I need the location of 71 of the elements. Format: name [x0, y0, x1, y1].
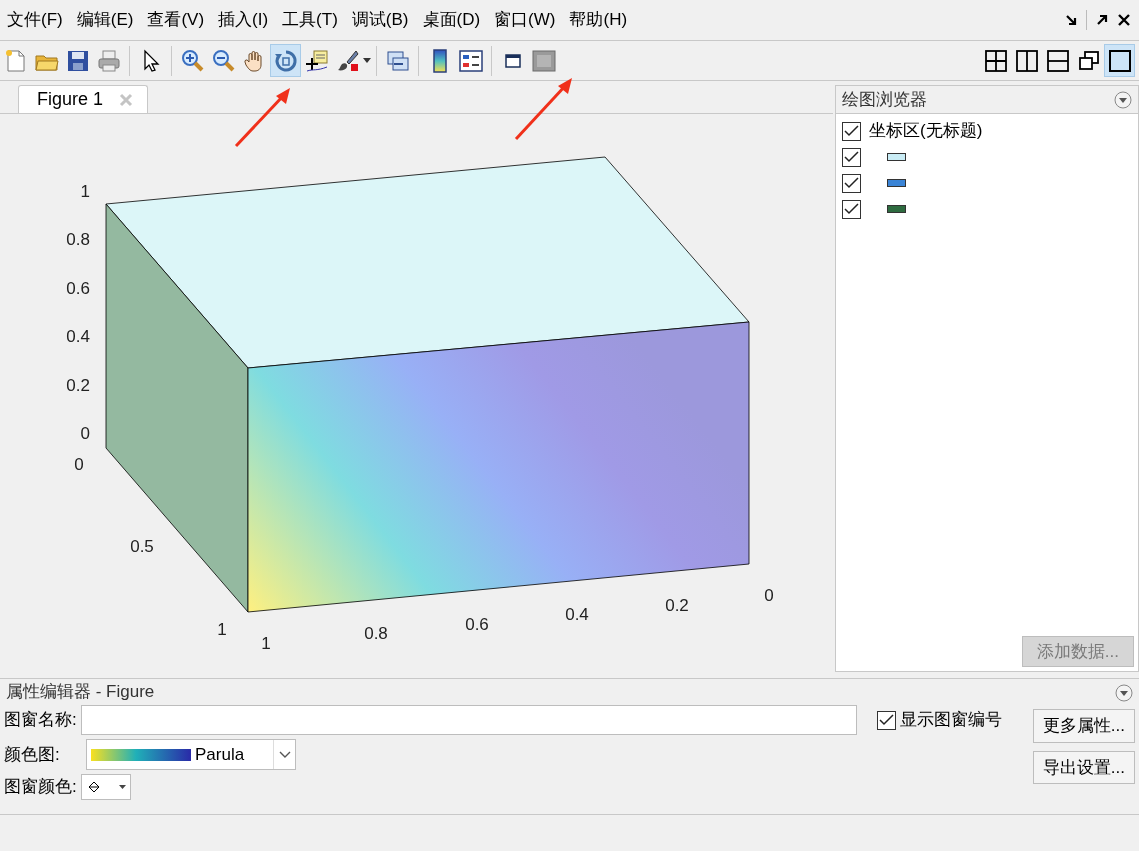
- axis-tick-label: 1: [217, 620, 227, 639]
- colormap-dropdown[interactable]: Parula: [86, 739, 296, 770]
- annotation-arrow: [234, 88, 290, 148]
- dialog-button[interactable]: 导出设置...: [1032, 750, 1135, 784]
- zoom-in-icon: [180, 48, 205, 73]
- tile-columns-icon: [1014, 48, 1039, 73]
- axis-tick-label: 0: [80, 424, 90, 443]
- menu-item[interactable]: 编辑(E): [69, 0, 141, 40]
- close-icon: [1117, 13, 1131, 27]
- axis-tick-label: 0.8: [364, 624, 388, 643]
- close-icon: [119, 93, 134, 108]
- printer-icon: [96, 48, 121, 73]
- tree-item-label[interactable]: 坐标区(无标题): [869, 118, 983, 144]
- axis-tick-label: 1: [261, 634, 271, 653]
- toolbar-button[interactable]: [1104, 44, 1135, 77]
- checkbox-label[interactable]: 显示图窗编号: [899, 707, 1002, 733]
- figure-tab[interactable]: Figure 1: [18, 85, 149, 113]
- menu-item[interactable]: 工具(T): [275, 0, 345, 40]
- menu-item[interactable]: 查看(V): [140, 0, 212, 40]
- menu-item[interactable]: 文件(F): [0, 0, 70, 40]
- dock-icon: [1095, 13, 1109, 27]
- legend-icon: [458, 48, 483, 73]
- undock-icon: [1064, 13, 1078, 27]
- axis-tick-label: 0.2: [66, 376, 90, 395]
- colormap-gradient-icon: [91, 748, 191, 761]
- caret-icon: [118, 784, 126, 790]
- checkbox[interactable]: [842, 199, 861, 219]
- name-field[interactable]: [80, 705, 857, 735]
- page-icon: [3, 48, 28, 73]
- field-label: 图窗颜色:: [4, 776, 77, 799]
- tile-grid-icon: [983, 48, 1008, 73]
- checkbox[interactable]: [842, 121, 861, 141]
- menu-item[interactable]: 帮助(H): [562, 0, 635, 40]
- chevron-icon: [278, 750, 291, 759]
- axis-tick-label: 0: [764, 586, 774, 605]
- dropdown-icon: [1114, 91, 1132, 110]
- axis-tick-label: 1: [80, 182, 90, 201]
- panel-title: 属性编辑器 - Figure: [6, 681, 155, 704]
- menu-item[interactable]: 桌面(D): [415, 0, 488, 40]
- rotate-icon: [273, 48, 298, 73]
- menu-item[interactable]: 窗口(W): [487, 0, 563, 40]
- axis-tick-label: 0.5: [130, 537, 154, 556]
- float-windows-icon: [1076, 48, 1101, 73]
- menu-item[interactable]: 调试(B): [344, 0, 416, 40]
- tile-rows-icon: [1045, 48, 1070, 73]
- panel-title: 绘图浏览器: [842, 88, 927, 111]
- checkbox[interactable]: [842, 147, 861, 167]
- field-label: 图窗名称:: [4, 709, 77, 732]
- linked-windows-icon: [385, 48, 410, 73]
- checkbox[interactable]: [876, 710, 896, 730]
- panel-icon: [531, 48, 556, 73]
- dialog-button[interactable]: 更多属性...: [1032, 709, 1135, 743]
- menu-item[interactable]: 插入(I): [211, 0, 276, 40]
- tab-label: Figure 1: [37, 88, 104, 111]
- checkbox[interactable]: [842, 173, 861, 193]
- axis-tick-label: 0.6: [66, 279, 90, 298]
- axis-tick-label: 0.6: [465, 615, 489, 634]
- axis-tick-label: 0: [74, 455, 84, 474]
- field-label: 颜色图:: [4, 743, 61, 766]
- data-tip-icon: [304, 48, 329, 73]
- save-icon: [65, 48, 90, 73]
- dropdown-icon: [1115, 683, 1133, 702]
- caret-icon: [363, 58, 371, 65]
- axis-tick-label: 0.4: [66, 327, 90, 346]
- zoom-out-icon: [211, 48, 236, 73]
- maximize-icon: [1107, 48, 1132, 73]
- axis-tick-label: 0.4: [565, 605, 589, 624]
- annotation-arrow: [514, 78, 572, 140]
- color-picker[interactable]: [80, 774, 131, 800]
- axis-tick-label: 0.8: [66, 230, 90, 249]
- axis-tick-label: 0.2: [665, 596, 689, 615]
